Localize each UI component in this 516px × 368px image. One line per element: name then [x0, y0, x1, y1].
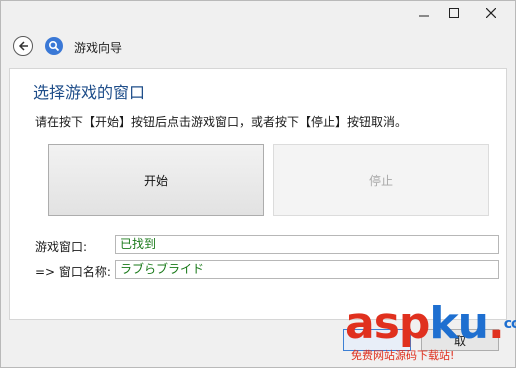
title-bar [1, 1, 515, 27]
watermark-letter: k [429, 298, 458, 349]
back-arrow-icon [18, 41, 28, 51]
watermark-letter: s [373, 298, 400, 349]
watermark-logo: aspku.com [345, 300, 516, 348]
watermark-subtitle: 免费网站源码下载站! [351, 349, 455, 362]
instruction-text: 请在按下【开始】按钮后点击游戏窗口，或者按下【停止】按钮取消。 [35, 115, 408, 129]
watermark-letter: a [345, 298, 375, 349]
search-wizard-icon [45, 37, 63, 55]
watermark: aspku.com 免费网站源码下载站! [345, 300, 516, 366]
watermark-dot: . [488, 298, 505, 349]
watermark-letter: p [398, 298, 430, 349]
maximize-button[interactable] [439, 1, 469, 25]
page-heading: 选择游戏的窗口 [33, 83, 146, 102]
game-window-field[interactable]: 已找到 [115, 235, 499, 254]
back-button[interactable] [13, 36, 33, 56]
game-window-label: 游戏窗口: [35, 240, 88, 254]
minimize-button[interactable] [409, 1, 439, 25]
wizard-title: 游戏向导 [74, 41, 123, 55]
start-button[interactable]: 开始 [48, 144, 264, 216]
content-panel: 选择游戏的窗口 请在按下【开始】按钮后点击游戏窗口，或者按下【停止】按钮取消。 … [9, 68, 507, 320]
window-name-field[interactable]: ラブらブライド [115, 260, 499, 279]
stop-button[interactable]: 停止 [273, 144, 489, 216]
close-button[interactable] [469, 1, 513, 25]
window-name-label: => 窗口名称: [35, 265, 111, 279]
watermark-letter: u [457, 298, 489, 349]
watermark-suffix: com [503, 316, 516, 332]
minimize-icon [419, 15, 429, 17]
maximize-icon [449, 8, 459, 18]
wizard-header: 游戏向导 [1, 27, 515, 67]
close-icon [486, 8, 496, 18]
